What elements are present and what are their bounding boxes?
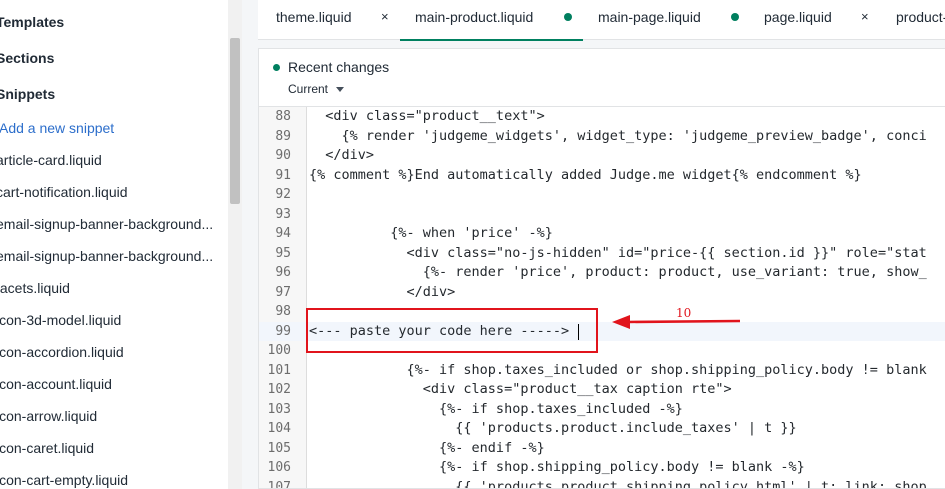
unsaved-dot-icon [731, 13, 739, 21]
sidebar-file-icon-caret[interactable]: icon-caret.liquid [0, 440, 218, 456]
line-number: 95 [275, 245, 291, 261]
recent-changes-header: Recent changes Current [259, 49, 945, 107]
line-number: 89 [275, 128, 291, 144]
tab-main-page-liquid[interactable]: main-page.liquid [583, 0, 743, 40]
line-number: 105 [267, 440, 291, 456]
sidebar-file-icon-arrow[interactable]: icon-arrow.liquid [0, 408, 218, 424]
add-snippet-link[interactable]: Add a new snippet [0, 120, 114, 136]
code-line[interactable]: 96 {%- render 'price', product: product,… [259, 263, 945, 283]
code-area[interactable]: 88 <div class="product__text"> 89 {% rend… [259, 107, 945, 489]
line-code: {%- when 'price' -%} [309, 225, 553, 241]
close-icon[interactable]: × [861, 9, 869, 24]
tab-label: main-product.liquid [415, 9, 534, 25]
tab-page-liquid[interactable]: page.liquid × [743, 0, 881, 40]
line-code: {%- if shop.shipping_policy.body != blan… [309, 459, 805, 475]
unsaved-dot-icon [564, 13, 572, 21]
annotation-number: 10 [676, 306, 692, 320]
code-editor-panel: Recent changes Current 88 <div class="pr… [258, 48, 945, 489]
line-code: {%- endif -%} [309, 439, 545, 456]
code-line[interactable]: 88 <div class="product__text"> [259, 107, 945, 127]
line-number: 98 [275, 304, 291, 319]
line-code: {% comment %}End automatically added Jud… [309, 166, 862, 183]
code-line[interactable]: 104 {{ 'products.product.include_taxes' … [259, 419, 945, 439]
code-line[interactable]: 102 <div class="product__tax caption rte… [259, 380, 945, 400]
close-icon[interactable]: × [381, 9, 389, 24]
caret-down-icon [336, 87, 345, 93]
line-number: 93 [275, 206, 291, 222]
tab-label: product- [896, 9, 945, 25]
sidebar-file-email-signup-banner-background[interactable]: email-signup-banner-background... [0, 216, 218, 232]
line-code: <div class="product__text"> [309, 108, 545, 124]
editor-tab-bar: theme.liquid × main-product.liquid main-… [258, 0, 945, 41]
tab-label: main-page.liquid [598, 9, 701, 25]
sidebar-file-icon-accordion[interactable]: icon-accordion.liquid [0, 344, 218, 360]
sidebar-file-email-signup-banner-background-mobile[interactable]: email-signup-banner-background... [0, 248, 218, 264]
code-line[interactable]: 91 {% comment %}End automatically added J… [259, 166, 945, 186]
code-line[interactable]: 105 {%- endif -%} [259, 439, 945, 459]
code-line[interactable]: 94 {%- when 'price' -%} [259, 224, 945, 244]
tab-product[interactable]: product- [881, 0, 945, 40]
line-number: 90 [275, 148, 291, 163]
line-number: 94 [275, 226, 291, 241]
active-tab-indicator [400, 39, 583, 41]
line-number: 97 [275, 284, 291, 300]
code-line[interactable]: 89 {% render 'judgeme_widgets', widget_t… [259, 127, 945, 147]
line-code: {% render 'judgeme_widgets', widget_type… [309, 127, 927, 144]
tab-label: page.liquid [764, 9, 832, 25]
sidebar-file-icon-cart-empty[interactable]: icon-cart-empty.liquid [0, 472, 218, 488]
annotation-highlight-box [306, 308, 598, 353]
line-code: {{ 'products.product.shipping_policy_htm… [309, 478, 927, 489]
line-code: {{ 'products.product.include_taxes' | t … [309, 420, 797, 436]
line-code: <div class="product__tax caption rte"> [309, 381, 732, 397]
code-line[interactable]: 90 </div> [259, 146, 945, 166]
line-number: 101 [267, 362, 291, 378]
line-number: 100 [267, 343, 291, 358]
tab-theme-liquid[interactable]: theme.liquid × [258, 0, 400, 40]
sidebar-heading-snippets[interactable]: Snippets [0, 86, 55, 102]
version-select-value: Current [288, 82, 329, 96]
tab-main-product-liquid[interactable]: main-product.liquid [400, 0, 583, 41]
code-line[interactable]: 106 {%- if shop.shipping_policy.body != … [259, 458, 945, 478]
tab-label: theme.liquid [276, 9, 352, 25]
line-code: <div class="no-js-hidden" id="price-{{ s… [309, 244, 927, 261]
line-number: 91 [275, 167, 291, 183]
line-number: 102 [267, 382, 291, 397]
code-line[interactable]: 101 {%- if shop.taxes_included or shop.s… [259, 361, 945, 381]
line-code: {%- if shop.taxes_included or shop.shipp… [309, 361, 927, 378]
line-number: 96 [275, 265, 291, 280]
sidebar-heading-sections[interactable]: Sections [0, 50, 54, 66]
theme-code-editor: Templates Sections Snippets Add a new sn… [0, 0, 945, 489]
sidebar-file-icon-account[interactable]: icon-account.liquid [0, 376, 218, 392]
code-line[interactable]: 97 </div> [259, 283, 945, 303]
line-code: </div> [309, 147, 375, 163]
version-select[interactable]: Current [288, 82, 345, 96]
line-code: </div> [309, 283, 456, 300]
code-line[interactable]: 107 {{ 'products.product.shipping_policy… [259, 478, 945, 489]
line-number: 92 [275, 187, 291, 202]
file-sidebar: Templates Sections Snippets Add a new sn… [0, 0, 242, 489]
recent-changes-title: Recent changes [288, 59, 390, 75]
sidebar-file-icon-3d-model[interactable]: icon-3d-model.liquid [0, 312, 218, 328]
line-number: 107 [267, 479, 291, 489]
sidebar-scrollbar-thumb[interactable] [230, 38, 240, 204]
sidebar-file-facets[interactable]: facets.liquid [0, 280, 218, 296]
line-number: 99 [275, 323, 291, 339]
line-number: 103 [267, 401, 291, 417]
status-dot-icon [273, 64, 280, 71]
sidebar-heading-templates[interactable]: Templates [0, 14, 64, 30]
sidebar-file-article-card[interactable]: article-card.liquid [0, 152, 218, 168]
line-number: 88 [275, 109, 291, 124]
code-line[interactable]: 92 [259, 185, 945, 205]
line-number: 104 [267, 421, 291, 436]
sidebar-file-cart-notification[interactable]: cart-notification.liquid [0, 184, 218, 200]
code-line[interactable]: 95 <div class="no-js-hidden" id="price-{… [259, 244, 945, 264]
line-number: 106 [267, 460, 291, 475]
code-line[interactable]: 93 [259, 205, 945, 225]
line-code: {%- if shop.taxes_included -%} [309, 400, 683, 417]
line-code: {%- render 'price', product: product, us… [309, 264, 927, 280]
code-line[interactable]: 103 {%- if shop.taxes_included -%} [259, 400, 945, 420]
